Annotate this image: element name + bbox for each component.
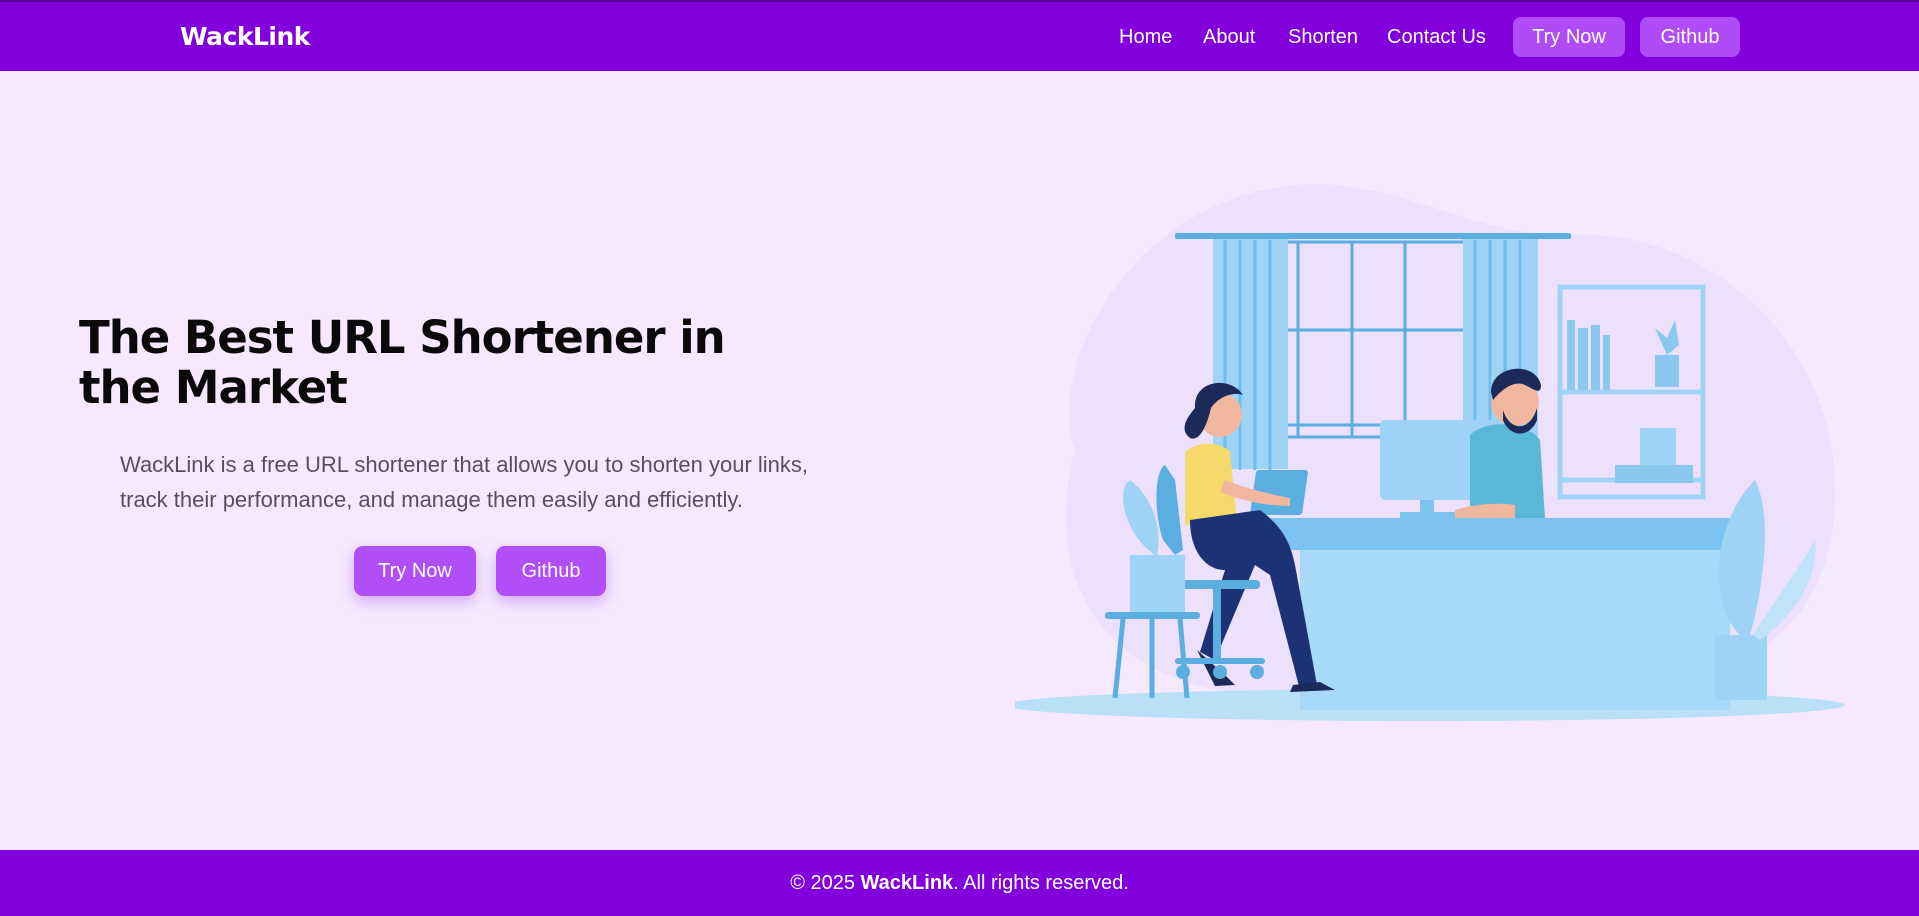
copyright-suffix: . All rights reserved. [953, 871, 1129, 894]
brand-logo[interactable]: WackLink [180, 22, 310, 51]
navbar: WackLink Home About Shorten Contact Us T… [0, 0, 1919, 71]
shelf-plant-pot [1655, 355, 1679, 387]
footer-brand: WackLink [860, 871, 954, 894]
right-plant-pot [1715, 635, 1767, 700]
hero-try-now-button[interactable]: Try Now [354, 546, 476, 596]
hero-title: The Best URL Shortener in the Market [79, 311, 726, 414]
nav-try-now-button[interactable]: Try Now [1513, 17, 1625, 57]
nav-github-button[interactable]: Github [1640, 17, 1740, 57]
left-plant-pot [1130, 555, 1185, 612]
desk-body [1300, 550, 1730, 710]
curtain-rod [1175, 233, 1571, 239]
office-workers-illustration [1015, 183, 1845, 721]
footer: © 2025 WackLink. All rights reserved. [0, 850, 1919, 916]
hero-github-button[interactable]: Github [496, 546, 606, 596]
hero-description: WackLink is a free URL shortener that al… [120, 452, 809, 512]
nav-home[interactable]: Home [1119, 26, 1172, 49]
nav-about[interactable]: About [1203, 26, 1255, 49]
nav-contact-us[interactable]: Contact Us [1387, 26, 1486, 49]
desk-top [1265, 518, 1735, 550]
copyright-prefix: © 2025 [790, 871, 861, 894]
nav-shorten[interactable]: Shorten [1288, 26, 1358, 49]
